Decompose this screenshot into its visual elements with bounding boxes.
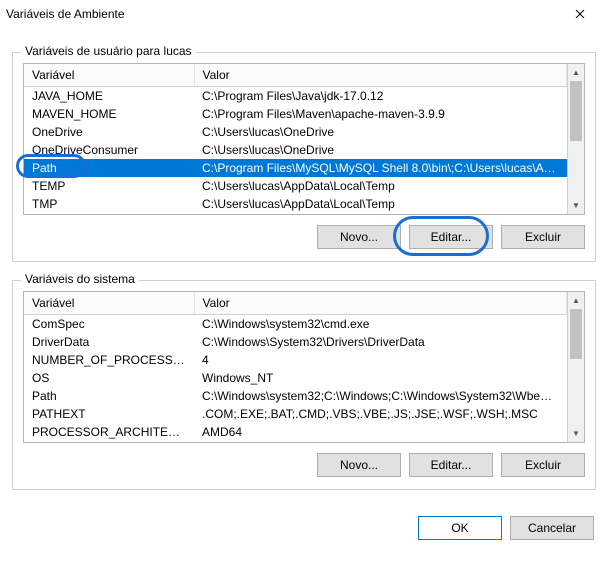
system-new-button[interactable]: Novo... [317,453,401,477]
table-row[interactable]: OneDriveConsumerC:\Users\lucas\OneDrive [24,141,567,159]
table-row[interactable]: NUMBER_OF_PROCESSORS4 [24,351,567,369]
titlebar: Variáveis de Ambiente [0,0,608,28]
cancel-button[interactable]: Cancelar [510,516,594,540]
user-col-variable[interactable]: Variável [24,64,194,87]
table-row[interactable]: DriverDataC:\Windows\System32\Drivers\Dr… [24,333,567,351]
cell-value: C:\Program Files\Java\jdk-17.0.12 [194,87,567,106]
cell-value: .COM;.EXE;.BAT;.CMD;.VBS;.VBE;.JS;.JSE;.… [194,405,567,423]
table-row[interactable]: PathC:\Program Files\MySQL\MySQL Shell 8… [24,159,567,177]
table-row[interactable]: PathC:\Windows\system32;C:\Windows;C:\Wi… [24,387,567,405]
user-new-button[interactable]: Novo... [317,225,401,249]
dialog-button-row: OK Cancelar [12,516,596,540]
cell-value: C:\Program Files\Maven\apache-maven-3.9.… [194,105,567,123]
cell-value: Windows_NT [194,369,567,387]
cell-variable: DriverData [24,333,194,351]
cell-variable: OneDrive [24,123,194,141]
cell-variable: OS [24,369,194,387]
scroll-down-icon[interactable]: ▼ [568,197,584,214]
cell-variable: Path [24,387,194,405]
system-variables-label: Variáveis do sistema [21,272,139,286]
cell-value: C:\Users\lucas\AppData\Local\Temp [194,177,567,195]
system-col-variable[interactable]: Variável [24,292,194,315]
system-delete-button[interactable]: Excluir [501,453,585,477]
table-row[interactable]: TEMPC:\Users\lucas\AppData\Local\Temp [24,177,567,195]
cell-variable: OneDriveConsumer [24,141,194,159]
cell-variable: MAVEN_HOME [24,105,194,123]
table-row[interactable]: PATHEXT.COM;.EXE;.BAT;.CMD;.VBS;.VBE;.JS… [24,405,567,423]
user-edit-button[interactable]: Editar... [409,225,493,249]
scroll-down-icon[interactable]: ▼ [568,425,584,442]
system-variables-group: Variáveis do sistema Variável Valor ComS… [12,280,596,490]
scrollbar-thumb[interactable] [570,81,582,141]
cell-variable: Path [24,159,194,177]
close-button[interactable] [560,2,600,26]
cell-value: C:\Users\lucas\OneDrive [194,141,567,159]
cell-variable: JAVA_HOME [24,87,194,106]
cell-value: C:\Windows\System32\Drivers\DriverData [194,333,567,351]
cell-variable: TMP [24,195,194,213]
user-scrollbar[interactable]: ▲ ▼ [567,64,584,214]
table-row[interactable]: JAVA_HOMEC:\Program Files\Java\jdk-17.0.… [24,87,567,106]
system-button-row: Novo... Editar... Excluir [23,453,585,477]
system-scrollbar[interactable]: ▲ ▼ [567,292,584,442]
user-col-value[interactable]: Valor [194,64,567,87]
cell-variable: ComSpec [24,315,194,334]
table-row[interactable]: ComSpecC:\Windows\system32\cmd.exe [24,315,567,334]
cell-value: C:\Program Files\MySQL\MySQL Shell 8.0\b… [194,159,567,177]
close-icon [575,9,585,19]
table-row[interactable]: OneDriveC:\Users\lucas\OneDrive [24,123,567,141]
scrollbar-thumb[interactable] [570,309,582,359]
cell-value: C:\Windows\system32\cmd.exe [194,315,567,334]
user-variables-group: Variáveis de usuário para lucas Variável… [12,52,596,262]
system-variables-table[interactable]: Variável Valor ComSpecC:\Windows\system3… [23,291,585,443]
cell-value: 4 [194,351,567,369]
cell-variable: PROCESSOR_ARCHITECTURE [24,423,194,441]
cell-variable: TEMP [24,177,194,195]
table-row[interactable]: PROCESSOR_ARCHITECTUREAMD64 [24,423,567,441]
user-variables-label: Variáveis de usuário para lucas [21,44,196,58]
ok-button[interactable]: OK [418,516,502,540]
cell-value: C:\Users\lucas\OneDrive [194,123,567,141]
cell-value: AMD64 [194,423,567,441]
user-button-row: Novo... Editar... Excluir [23,225,585,249]
table-row[interactable]: MAVEN_HOMEC:\Program Files\Maven\apache-… [24,105,567,123]
cell-variable: NUMBER_OF_PROCESSORS [24,351,194,369]
system-col-value[interactable]: Valor [194,292,567,315]
cell-value: C:\Windows\system32;C:\Windows;C:\Window… [194,387,567,405]
table-row[interactable]: TMPC:\Users\lucas\AppData\Local\Temp [24,195,567,213]
user-variables-table[interactable]: Variável Valor JAVA_HOMEC:\Program Files… [23,63,585,215]
scroll-up-icon[interactable]: ▲ [568,292,584,309]
system-edit-button[interactable]: Editar... [409,453,493,477]
table-row[interactable]: OSWindows_NT [24,369,567,387]
cell-value: C:\Users\lucas\AppData\Local\Temp [194,195,567,213]
cell-variable: PATHEXT [24,405,194,423]
scroll-up-icon[interactable]: ▲ [568,64,584,81]
window-title: Variáveis de Ambiente [6,7,125,21]
user-delete-button[interactable]: Excluir [501,225,585,249]
